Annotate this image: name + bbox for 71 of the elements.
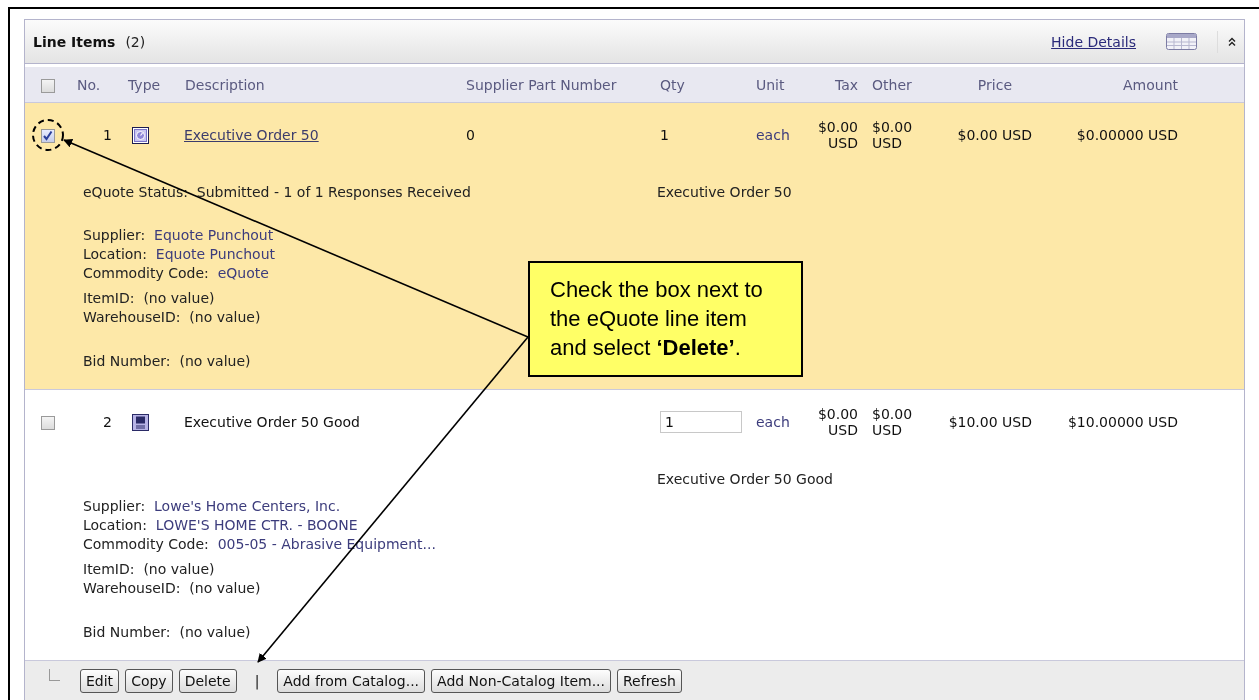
toolbar-button[interactable]: Edit [80, 669, 120, 693]
item-summary: Executive Order 50 [657, 184, 792, 200]
checkbox[interactable] [41, 78, 55, 93]
equote-status: eQuote Status: Submitted - 1 of 1 Responses Received [83, 184, 471, 200]
other-amount: $0.00 USD [872, 119, 913, 151]
description-link[interactable]: Executive Order 50 [184, 127, 319, 143]
tax-amount: $0.00 USD [817, 406, 858, 438]
column-header[interactable]: Other [872, 76, 912, 93]
tree-branch-icon [49, 669, 60, 681]
column-header[interactable]: Description [185, 76, 265, 93]
price-amount: $0.00 USD [957, 127, 1032, 143]
description-text: Executive Order 50 Good [184, 414, 360, 430]
field-label: ItemID: [83, 561, 135, 577]
column-header[interactable]: Tax [834, 76, 858, 93]
field-label: Supplier: [83, 227, 146, 243]
unit-text: each [756, 127, 790, 143]
field-label: ItemID: [83, 290, 135, 306]
column-header[interactable]: Qty [660, 76, 685, 93]
hide-details-link[interactable]: Hide Details [1051, 33, 1136, 50]
field-value: (no value) [179, 353, 251, 369]
line-number: 1 [103, 127, 112, 143]
line-amount: $0.00000 USD [1076, 127, 1178, 143]
field-label: WarehouseID: [83, 309, 181, 325]
field-label: Bid Number: [83, 353, 171, 369]
field-value: (no value) [189, 580, 261, 596]
field-value-link[interactable]: Equote Punchout [155, 246, 275, 262]
line-amount: $10.00000 USD [1067, 414, 1178, 430]
quantity-field[interactable]: 1 [660, 411, 742, 433]
toolbar-button[interactable]: Add Non-Catalog Item... [431, 669, 611, 693]
dashed-circle-highlight [32, 119, 64, 151]
toolbar-button[interactable]: Refresh [617, 669, 682, 693]
field-label: Commodity Code: [83, 536, 209, 552]
field-value-link[interactable]: Lowe's Home Centers, Inc. [154, 498, 341, 514]
item-summary: Executive Order 50 Good [657, 471, 833, 487]
item-count: (2) [125, 33, 146, 50]
column-header[interactable]: Amount [1123, 76, 1178, 93]
line-number: 2 [103, 414, 112, 430]
field-label: Location: [83, 517, 147, 533]
field-value: (no value) [143, 290, 215, 306]
price-amount: $10.00 USD [948, 414, 1032, 430]
column-header[interactable]: Supplier Part Number [466, 76, 617, 93]
column-header[interactable]: Type [128, 76, 161, 93]
table-columns-icon[interactable] [1166, 33, 1197, 50]
field-value: (no value) [189, 309, 261, 325]
field-label: Bid Number: [83, 624, 171, 640]
tax-amount: $0.00 USD [817, 119, 858, 151]
panel-title: Line Items [33, 33, 116, 50]
unit-text: each [756, 414, 790, 430]
field-value: (no value) [143, 561, 215, 577]
supplier-part-number: 0 [466, 127, 475, 143]
callout-note: Check the box next to the eQuote line item and select ‘Delete’. [528, 261, 803, 377]
column-header[interactable]: Price [977, 76, 1012, 93]
field-label: Commodity Code: [83, 265, 209, 281]
field-value-link[interactable]: LOWE'S HOME CTR. - BOONE [155, 517, 358, 533]
checkbox[interactable] [41, 129, 55, 143]
column-header[interactable]: No. [77, 76, 101, 93]
toolbar-button[interactable]: Add from Catalog... [277, 669, 426, 693]
field-label: WarehouseID: [83, 580, 181, 596]
field-value-link[interactable]: eQuote [217, 265, 269, 281]
toolbar-separator: | [254, 673, 260, 689]
toolbar-button[interactable]: Copy [125, 669, 173, 693]
field-label: Supplier: [83, 498, 146, 514]
quantity-value: 1 [660, 127, 669, 143]
collapse-icon[interactable] [1228, 36, 1236, 47]
column-header[interactable]: Unit [756, 76, 785, 93]
checkbox[interactable] [41, 416, 55, 430]
toolbar-button[interactable]: Delete [178, 669, 237, 693]
other-amount: $0.00 USD [872, 406, 913, 438]
field-value: (no value) [179, 624, 251, 640]
field-label: Location: [83, 246, 147, 262]
field-value-link[interactable]: Equote Punchout [154, 227, 274, 243]
